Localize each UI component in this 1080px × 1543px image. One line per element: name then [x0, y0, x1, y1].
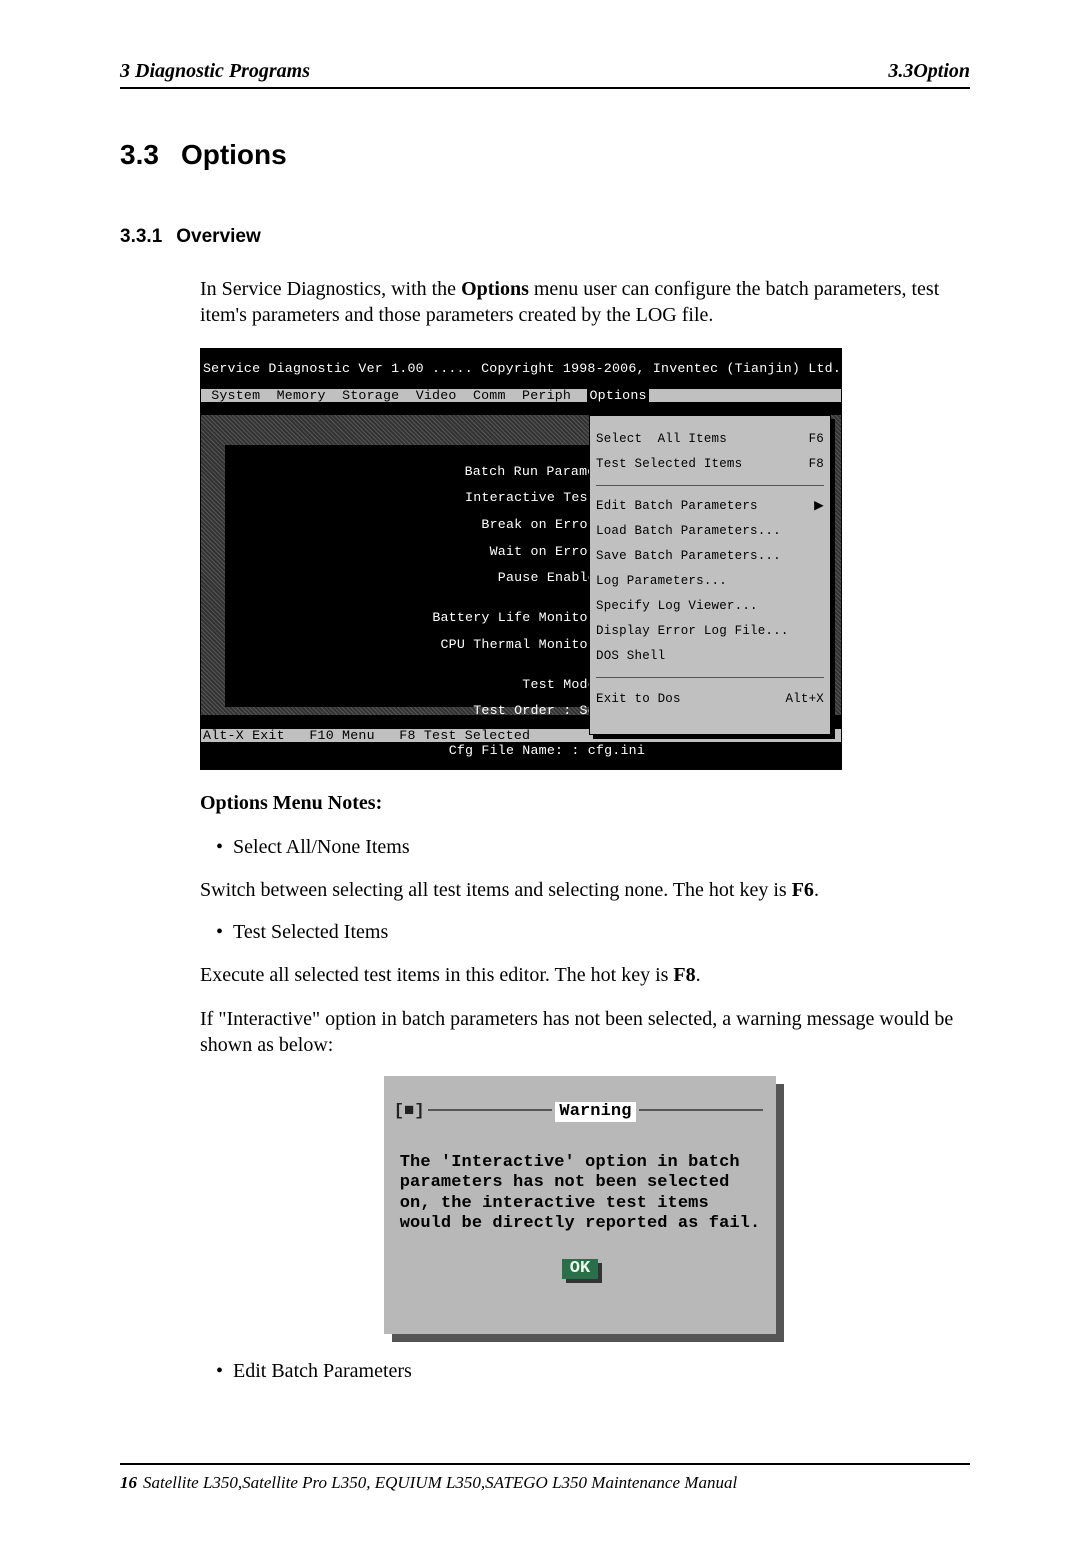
bullet-test-selected: Test Selected Items — [216, 921, 960, 944]
dos-warning-dialog: [■] Warning The 'Interactive' option in b… — [384, 1076, 777, 1334]
dos-menu-options[interactable]: Options — [587, 388, 648, 403]
desc-interactive-warning: If "Interactive" option in batch paramet… — [200, 1006, 960, 1058]
bullet-edit-batch: Edit Batch Parameters — [216, 1360, 960, 1383]
desc-select-all: Switch between selecting all test items … — [200, 877, 960, 903]
dialog-title: Warning — [555, 1102, 635, 1122]
menu-load-batch[interactable]: Load Batch Parameters... — [596, 525, 824, 538]
header-right: 3.3Option — [888, 60, 970, 83]
dos-screenshot-options: Service Diagnostic Ver 1.00 ..... Copyri… — [200, 348, 842, 770]
menu-save-batch[interactable]: Save Batch Parameters... — [596, 550, 824, 563]
menu-specify-log-viewer[interactable]: Specify Log Viewer... — [596, 600, 824, 613]
menu-test-selected[interactable]: Test Selected ItemsF8 — [596, 458, 824, 471]
section-title: 3.3Options — [120, 139, 970, 171]
dos-options-dropdown[interactable]: Select All ItemsF6 Test Selected ItemsF8… — [589, 415, 831, 735]
desc-test-selected: Execute all selected test items in this … — [200, 962, 960, 988]
menu-edit-batch[interactable]: Edit Batch Parameters▶ — [596, 500, 824, 513]
header-left: 3 Diagnostic Programs — [120, 60, 310, 83]
ok-button[interactable]: OK — [562, 1259, 599, 1279]
dialog-body: The 'Interactive' option in batch parame… — [394, 1143, 767, 1239]
bullet-select-all: Select All/None Items — [216, 836, 960, 859]
dos-titlebar: Service Diagnostic Ver 1.00 ..... Copyri… — [201, 362, 841, 375]
menu-exit-dos[interactable]: Exit to DosAlt+X — [596, 693, 824, 706]
intro-paragraph: In Service Diagnostics, with the Options… — [200, 276, 960, 328]
menu-log-params[interactable]: Log Parameters... — [596, 575, 824, 588]
page-footer: 16Satellite L350,Satellite Pro L350, EQU… — [120, 1473, 970, 1493]
menu-select-all[interactable]: Select All ItemsF6 — [596, 433, 824, 446]
menu-dos-shell[interactable]: DOS Shell — [596, 650, 824, 663]
dos-menubar: System Memory Storage Video Comm Periph … — [201, 389, 841, 402]
page-header: 3 Diagnostic Programs 3.3Option — [120, 60, 970, 89]
close-icon[interactable]: [■] — [394, 1102, 425, 1122]
subsection-title: 3.3.1Overview — [120, 226, 970, 248]
menu-display-error-log[interactable]: Display Error Log File... — [596, 625, 824, 638]
